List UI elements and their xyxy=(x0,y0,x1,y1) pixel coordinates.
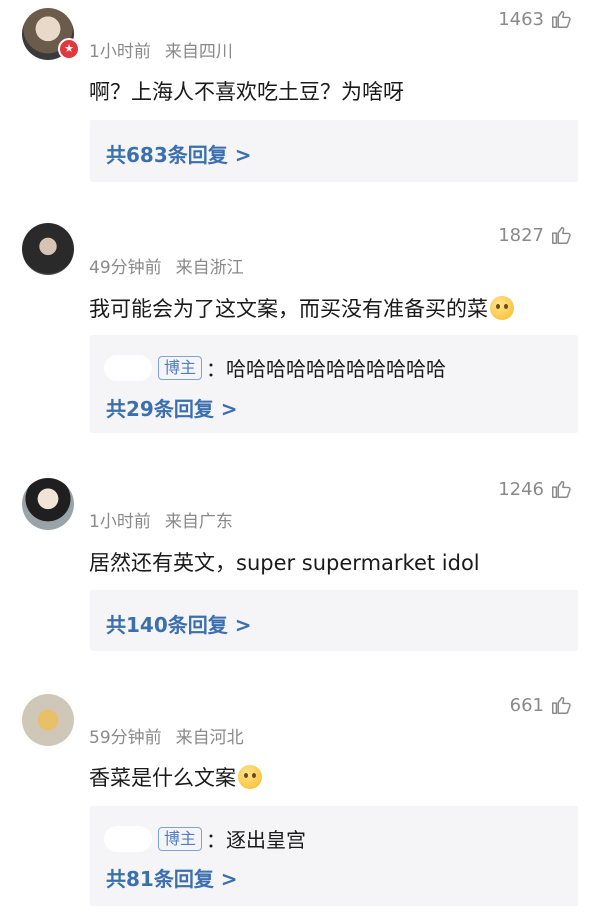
comment-time: 59分钟前 xyxy=(89,728,162,748)
comment-item: 1827 49分钟前 来自浙江 我可能会为了这文案，而买没有准备买的菜 博主 ：哈… xyxy=(0,220,600,450)
comment-location: 来自河北 xyxy=(175,728,244,748)
like-count: 1246 xyxy=(498,478,544,500)
thumbs-up-icon xyxy=(552,480,571,498)
comment-item: 1246 1小时前 来自广东 居然还有英文，super supermarket i… xyxy=(0,470,600,660)
reply-box: 共683条回复 > xyxy=(90,120,578,182)
comment-text: 居然还有英文，super supermarket idol xyxy=(89,551,480,575)
reply-count-link[interactable]: 共683条回复 > xyxy=(106,139,251,168)
blurred-username xyxy=(104,825,152,852)
author-reply-text: ：哈哈哈哈哈哈哈哈哈哈哈 xyxy=(206,357,447,381)
verified-badge-icon: ★ xyxy=(58,38,80,60)
like-button[interactable]: 1827 xyxy=(498,224,572,246)
comment-time: 1小时前 xyxy=(89,512,151,532)
comment-text: 香菜是什么文案 xyxy=(89,762,262,792)
comment-text: 啊？上海人不喜欢吃土豆？为啥呀 xyxy=(89,80,404,104)
comment-item: ★ 1463 1小时前 来自四川 啊？上海人不喜欢吃土豆？为啥呀 共683条回复 … xyxy=(0,0,600,200)
author-reply[interactable]: 博主 ：逐出皇宫 xyxy=(104,824,306,853)
like-count: 661 xyxy=(509,694,544,716)
reply-count-link[interactable]: 共29条回复 > xyxy=(106,393,238,422)
surprised-emoji-icon xyxy=(238,765,262,789)
comment-meta: 1小时前 来自四川 xyxy=(89,37,233,62)
comment-text-body: 香菜是什么文案 xyxy=(89,766,236,790)
thumbs-up-icon xyxy=(552,10,571,28)
comment-time: 49分钟前 xyxy=(89,258,162,278)
laughing-emoji-icon xyxy=(490,296,514,320)
reply-count-link[interactable]: 共140条回复 > xyxy=(106,609,251,638)
like-count: 1463 xyxy=(498,8,544,30)
like-count: 1827 xyxy=(498,224,544,246)
author-reply[interactable]: 博主 ：哈哈哈哈哈哈哈哈哈哈哈 xyxy=(104,353,446,382)
author-reply-text: ：逐出皇宫 xyxy=(206,828,307,852)
author-badge: 博主 xyxy=(158,355,203,380)
author-badge: 博主 xyxy=(158,826,203,851)
comment-text-body: 我可能会为了这文案，而买没有准备买的菜 xyxy=(89,297,488,321)
comment-location: 来自四川 xyxy=(164,42,233,62)
comment-location: 来自浙江 xyxy=(175,258,244,278)
avatar[interactable] xyxy=(22,478,74,530)
avatar[interactable] xyxy=(22,694,74,746)
blurred-username xyxy=(104,354,152,381)
comment-time: 1小时前 xyxy=(89,42,151,62)
comment-location: 来自广东 xyxy=(164,512,233,532)
comment-meta: 59分钟前 来自河北 xyxy=(89,723,244,748)
comment-text: 我可能会为了这文案，而买没有准备买的菜 xyxy=(89,293,514,323)
comment-item: 661 59分钟前 来自河北 香菜是什么文案 博主 ：逐出皇宫 共81条回复 > xyxy=(0,688,600,920)
reply-box: 博主 ：哈哈哈哈哈哈哈哈哈哈哈 共29条回复 > xyxy=(90,335,578,433)
reply-box: 共140条回复 > xyxy=(90,590,578,651)
reply-count-link[interactable]: 共81条回复 > xyxy=(106,863,238,892)
like-button[interactable]: 1463 xyxy=(498,8,572,30)
like-button[interactable]: 1246 xyxy=(498,478,572,500)
thumbs-up-icon xyxy=(552,226,571,244)
avatar[interactable] xyxy=(22,223,74,275)
like-button[interactable]: 661 xyxy=(510,694,572,716)
thumbs-up-icon xyxy=(552,696,571,714)
comment-meta: 1小时前 来自广东 xyxy=(89,507,233,532)
reply-box: 博主 ：逐出皇宫 共81条回复 > xyxy=(90,806,578,906)
comment-meta: 49分钟前 来自浙江 xyxy=(89,253,244,278)
